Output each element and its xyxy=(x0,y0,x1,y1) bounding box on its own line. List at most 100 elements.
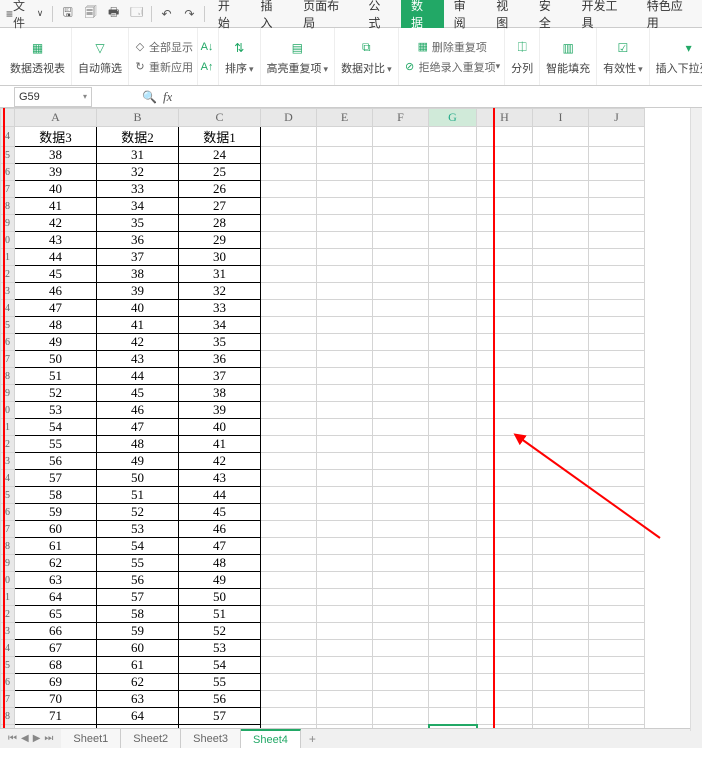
smart-fill-button[interactable]: ▥ 智能填充 xyxy=(540,28,597,85)
cell-C5[interactable]: 24 xyxy=(179,147,261,164)
cell-B30[interactable]: 56 xyxy=(97,572,179,589)
cell-C24[interactable]: 43 xyxy=(179,470,261,487)
cell-B22[interactable]: 48 xyxy=(97,436,179,453)
show-all-button[interactable]: ◇全部显示 xyxy=(133,37,193,57)
cell-G28[interactable] xyxy=(429,538,477,555)
cell-G32[interactable] xyxy=(429,606,477,623)
cell-E19[interactable] xyxy=(317,385,373,402)
cell-J21[interactable] xyxy=(589,419,645,436)
row-header[interactable]: 9 xyxy=(1,555,15,572)
cell-D8[interactable] xyxy=(261,198,317,215)
cell-D23[interactable] xyxy=(261,453,317,470)
sort-desc-button[interactable]: A↑ xyxy=(200,57,216,77)
cell-D16[interactable] xyxy=(261,334,317,351)
cell-C22[interactable]: 41 xyxy=(179,436,261,453)
cell-D29[interactable] xyxy=(261,555,317,572)
cell-A36[interactable]: 69 xyxy=(15,674,97,691)
cell-F38[interactable] xyxy=(373,708,429,725)
row-header[interactable]: 5 xyxy=(1,657,15,674)
cell-A26[interactable]: 59 xyxy=(15,504,97,521)
cell-I35[interactable] xyxy=(533,657,589,674)
cell-A28[interactable]: 61 xyxy=(15,538,97,555)
cell-J23[interactable] xyxy=(589,453,645,470)
tab-security[interactable]: 安全 xyxy=(529,0,572,28)
cell-C19[interactable]: 38 xyxy=(179,385,261,402)
col-header-D[interactable]: D xyxy=(261,109,317,127)
row-header[interactable]: 3 xyxy=(1,453,15,470)
cell-J8[interactable] xyxy=(589,198,645,215)
cell-F6[interactable] xyxy=(373,164,429,181)
cell-J11[interactable] xyxy=(589,249,645,266)
cell-E14[interactable] xyxy=(317,300,373,317)
cell-B27[interactable]: 53 xyxy=(97,521,179,538)
row-header[interactable]: 0 xyxy=(1,232,15,249)
cell-B10[interactable]: 36 xyxy=(97,232,179,249)
col-header-F[interactable]: F xyxy=(373,109,429,127)
cell-H11[interactable] xyxy=(477,249,533,266)
cell-D20[interactable] xyxy=(261,402,317,419)
row-header[interactable]: 4 xyxy=(1,300,15,317)
cell-I13[interactable] xyxy=(533,283,589,300)
cell-F22[interactable] xyxy=(373,436,429,453)
row-header[interactable]: 5 xyxy=(1,147,15,164)
cell-C11[interactable]: 30 xyxy=(179,249,261,266)
cell-G18[interactable] xyxy=(429,368,477,385)
cell-J19[interactable] xyxy=(589,385,645,402)
cell-A15[interactable]: 48 xyxy=(15,317,97,334)
cell-G4[interactable] xyxy=(429,127,477,147)
cell-F13[interactable] xyxy=(373,283,429,300)
cell-E10[interactable] xyxy=(317,232,373,249)
cell-C17[interactable]: 36 xyxy=(179,351,261,368)
cell-F21[interactable] xyxy=(373,419,429,436)
cell-D36[interactable] xyxy=(261,674,317,691)
cell-D22[interactable] xyxy=(261,436,317,453)
cell-E9[interactable] xyxy=(317,215,373,232)
cell-D27[interactable] xyxy=(261,521,317,538)
cell-G14[interactable] xyxy=(429,300,477,317)
cell-H34[interactable] xyxy=(477,640,533,657)
cell-B26[interactable]: 52 xyxy=(97,504,179,521)
row-header[interactable]: 7 xyxy=(1,181,15,198)
cell-B16[interactable]: 42 xyxy=(97,334,179,351)
row-header[interactable]: 2 xyxy=(1,266,15,283)
tab-data[interactable]: 数据 xyxy=(401,0,444,28)
cell-G17[interactable] xyxy=(429,351,477,368)
cell-E20[interactable] xyxy=(317,402,373,419)
cell-E15[interactable] xyxy=(317,317,373,334)
cell-C23[interactable]: 42 xyxy=(179,453,261,470)
cell-I6[interactable] xyxy=(533,164,589,181)
cell-C25[interactable]: 44 xyxy=(179,487,261,504)
cell-F4[interactable] xyxy=(373,127,429,147)
cell-A9[interactable]: 42 xyxy=(15,215,97,232)
cell-G24[interactable] xyxy=(429,470,477,487)
save-as-icon[interactable]: 🗐 xyxy=(82,5,99,23)
cell-E25[interactable] xyxy=(317,487,373,504)
cell-A16[interactable]: 49 xyxy=(15,334,97,351)
cell-E13[interactable] xyxy=(317,283,373,300)
cell-A31[interactable]: 64 xyxy=(15,589,97,606)
cell-F32[interactable] xyxy=(373,606,429,623)
cell-G9[interactable] xyxy=(429,215,477,232)
cell-G20[interactable] xyxy=(429,402,477,419)
cell-E33[interactable] xyxy=(317,623,373,640)
cell-H27[interactable] xyxy=(477,521,533,538)
spreadsheet-grid[interactable]: ABCDEFGHIJ4数据3数据2数据153831246393225740332… xyxy=(0,108,645,748)
cell-D10[interactable] xyxy=(261,232,317,249)
cell-J27[interactable] xyxy=(589,521,645,538)
cell-D35[interactable] xyxy=(261,657,317,674)
cell-D7[interactable] xyxy=(261,181,317,198)
cell-G37[interactable] xyxy=(429,691,477,708)
cell-C36[interactable]: 55 xyxy=(179,674,261,691)
cell-E32[interactable] xyxy=(317,606,373,623)
cell-I25[interactable] xyxy=(533,487,589,504)
cell-G8[interactable] xyxy=(429,198,477,215)
cell-A5[interactable]: 38 xyxy=(15,147,97,164)
cell-F7[interactable] xyxy=(373,181,429,198)
cell-E34[interactable] xyxy=(317,640,373,657)
cell-D28[interactable] xyxy=(261,538,317,555)
cell-H17[interactable] xyxy=(477,351,533,368)
cell-D18[interactable] xyxy=(261,368,317,385)
cell-E22[interactable] xyxy=(317,436,373,453)
cell-J34[interactable] xyxy=(589,640,645,657)
cell-A6[interactable]: 39 xyxy=(15,164,97,181)
